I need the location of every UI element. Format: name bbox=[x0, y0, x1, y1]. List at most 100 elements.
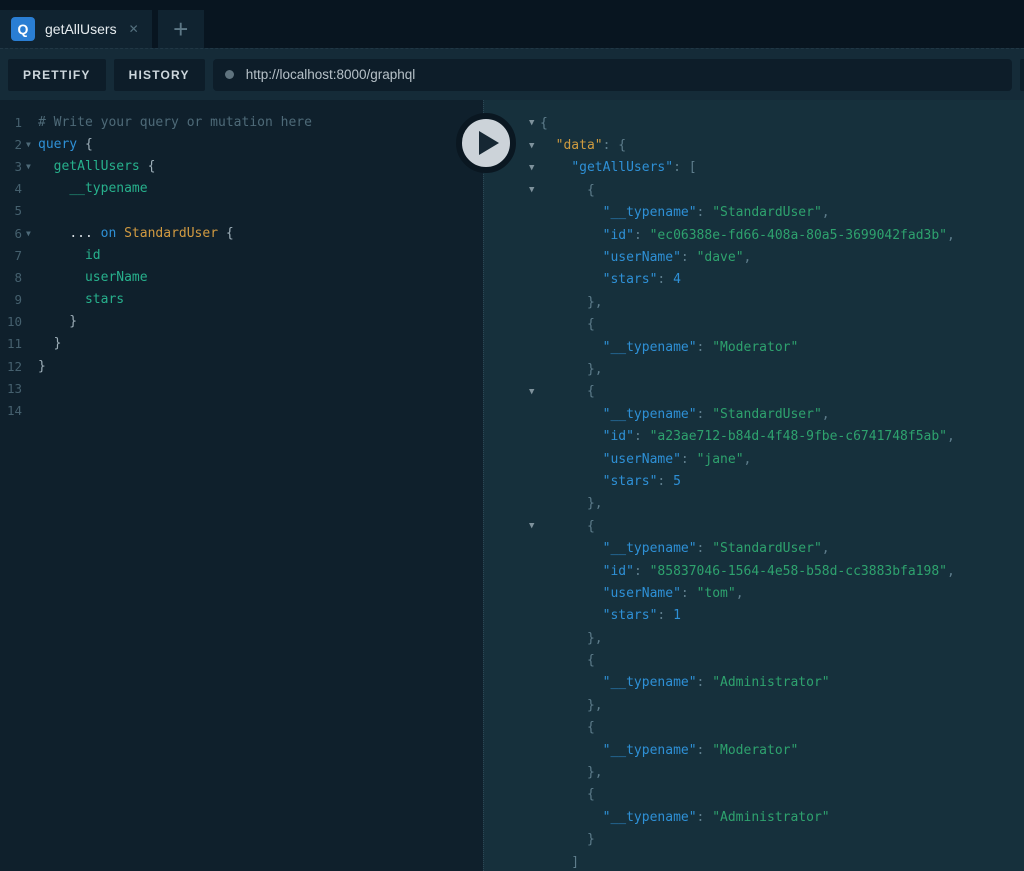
code-token bbox=[540, 608, 603, 623]
editor-line: 8 userName bbox=[0, 266, 483, 288]
response-line: { bbox=[484, 649, 1024, 671]
fold-arrow-icon[interactable]: ▼ bbox=[22, 162, 38, 171]
code-token: { bbox=[540, 519, 595, 534]
code-token: }, bbox=[540, 362, 603, 377]
main-split: 1# Write your query or mutation here2▼qu… bbox=[0, 100, 1024, 871]
code-token: query bbox=[38, 137, 77, 152]
code-token bbox=[540, 452, 603, 467]
code-token: { bbox=[540, 183, 595, 198]
code-token bbox=[540, 541, 603, 556]
code-token: "Moderator" bbox=[712, 743, 798, 758]
response-line: ▼ { bbox=[484, 515, 1024, 537]
response-line: "stars": 5 bbox=[484, 470, 1024, 492]
code-token: "stars" bbox=[603, 608, 658, 623]
code-token bbox=[116, 226, 124, 241]
code-token: "stars" bbox=[603, 474, 658, 489]
code-token bbox=[540, 743, 603, 758]
query-editor[interactable]: 1# Write your query or mutation here2▼qu… bbox=[0, 100, 483, 871]
response-line: "userName": "tom", bbox=[484, 582, 1024, 604]
editor-line: 9 stars bbox=[0, 289, 483, 311]
server-status-icon bbox=[225, 70, 234, 79]
code-token: , bbox=[736, 586, 744, 601]
code-token bbox=[540, 205, 603, 220]
code-token: : bbox=[697, 743, 713, 758]
copy-curl-button[interactable]: COPY CURL bbox=[1020, 59, 1024, 91]
response-line: "__typename": "Administrator" bbox=[484, 806, 1024, 828]
response-line: "__typename": "StandardUser", bbox=[484, 403, 1024, 425]
response-line: "id": "ec06388e-fd66-408a-80a5-3699042fa… bbox=[484, 224, 1024, 246]
code-token: "Administrator" bbox=[712, 810, 829, 825]
code-token bbox=[77, 137, 85, 152]
code-token: { bbox=[85, 137, 93, 152]
code-token: "userName" bbox=[603, 250, 681, 265]
response-line: "__typename": "Moderator" bbox=[484, 739, 1024, 761]
fold-arrow-icon[interactable]: ▼ bbox=[525, 521, 540, 531]
code-token bbox=[38, 159, 54, 174]
code-token bbox=[540, 340, 603, 355]
new-tab-button[interactable]: + bbox=[158, 10, 204, 48]
close-icon[interactable]: ✕ bbox=[127, 20, 141, 38]
code-token: ] bbox=[540, 855, 579, 870]
code-token: __typename bbox=[69, 181, 147, 196]
fold-arrow-icon[interactable]: ▼ bbox=[22, 140, 38, 149]
code-token: getAllUsers bbox=[54, 159, 140, 174]
fold-arrow-icon[interactable]: ▼ bbox=[525, 163, 540, 173]
line-number: 10 bbox=[0, 314, 22, 329]
response-line: "stars": 4 bbox=[484, 269, 1024, 291]
code-token: : bbox=[697, 675, 713, 690]
editor-line: 13 bbox=[0, 377, 483, 399]
code-token: "__typename" bbox=[603, 743, 697, 758]
prettify-button[interactable]: PRETTIFY bbox=[8, 59, 106, 91]
endpoint-url-input[interactable] bbox=[246, 67, 1000, 82]
editor-line: 5 bbox=[0, 200, 483, 222]
code-token: : { bbox=[603, 138, 626, 153]
code-token: "dave" bbox=[697, 250, 744, 265]
code-token: "tom" bbox=[697, 586, 736, 601]
code-token: : bbox=[697, 340, 713, 355]
code-token: "id" bbox=[603, 564, 634, 579]
code-token bbox=[38, 181, 69, 196]
history-button[interactable]: HISTORY bbox=[114, 59, 205, 91]
code-token: }, bbox=[540, 631, 603, 646]
fold-arrow-icon[interactable]: ▼ bbox=[525, 118, 540, 128]
code-token: : bbox=[697, 541, 713, 556]
editor-line: 12} bbox=[0, 355, 483, 377]
editor-line: 2▼query { bbox=[0, 133, 483, 155]
fold-arrow-icon[interactable]: ▼ bbox=[525, 141, 540, 151]
execute-button[interactable] bbox=[456, 113, 516, 173]
code-token: , bbox=[744, 452, 752, 467]
response-line: }, bbox=[484, 493, 1024, 515]
response-line: { bbox=[484, 314, 1024, 336]
line-number: 14 bbox=[0, 403, 22, 418]
response-line: "id": "a23ae712-b84d-4f48-9fbe-c6741748f… bbox=[484, 425, 1024, 447]
toolbar: PRETTIFY HISTORY COPY CURL bbox=[0, 48, 1024, 100]
editor-line: 7 id bbox=[0, 244, 483, 266]
response-pane[interactable]: ▼{▼ "data": {▼ "getAllUsers": [▼ { "__ty… bbox=[483, 100, 1024, 871]
code-token: { bbox=[540, 384, 595, 399]
fold-arrow-icon[interactable]: ▼ bbox=[22, 229, 38, 238]
response-line: ▼ { bbox=[484, 179, 1024, 201]
code-token: { bbox=[540, 116, 548, 131]
response-line: ▼ "data": { bbox=[484, 134, 1024, 156]
code-token: "StandardUser" bbox=[712, 205, 822, 220]
response-line: }, bbox=[484, 761, 1024, 783]
code-token: "userName" bbox=[603, 452, 681, 467]
code-token: # Write your query or mutation here bbox=[38, 115, 312, 130]
response-line: ▼ { bbox=[484, 381, 1024, 403]
code-token: "__typename" bbox=[603, 407, 697, 422]
code-token: { bbox=[218, 226, 234, 241]
fold-arrow-icon[interactable]: ▼ bbox=[525, 185, 540, 195]
line-number: 5 bbox=[0, 203, 22, 218]
code-token: "Moderator" bbox=[712, 340, 798, 355]
tab-getallusers[interactable]: Q getAllUsers ✕ bbox=[0, 10, 152, 48]
code-token: "jane" bbox=[697, 452, 744, 467]
response-line: ▼{ bbox=[484, 112, 1024, 134]
code-token: "__typename" bbox=[603, 340, 697, 355]
fold-arrow-icon[interactable]: ▼ bbox=[525, 387, 540, 397]
code-token: : bbox=[697, 205, 713, 220]
line-number: 8 bbox=[0, 270, 22, 285]
endpoint-url-box[interactable] bbox=[213, 59, 1012, 91]
code-token: : bbox=[697, 810, 713, 825]
response-line: } bbox=[484, 829, 1024, 851]
code-token bbox=[540, 564, 603, 579]
